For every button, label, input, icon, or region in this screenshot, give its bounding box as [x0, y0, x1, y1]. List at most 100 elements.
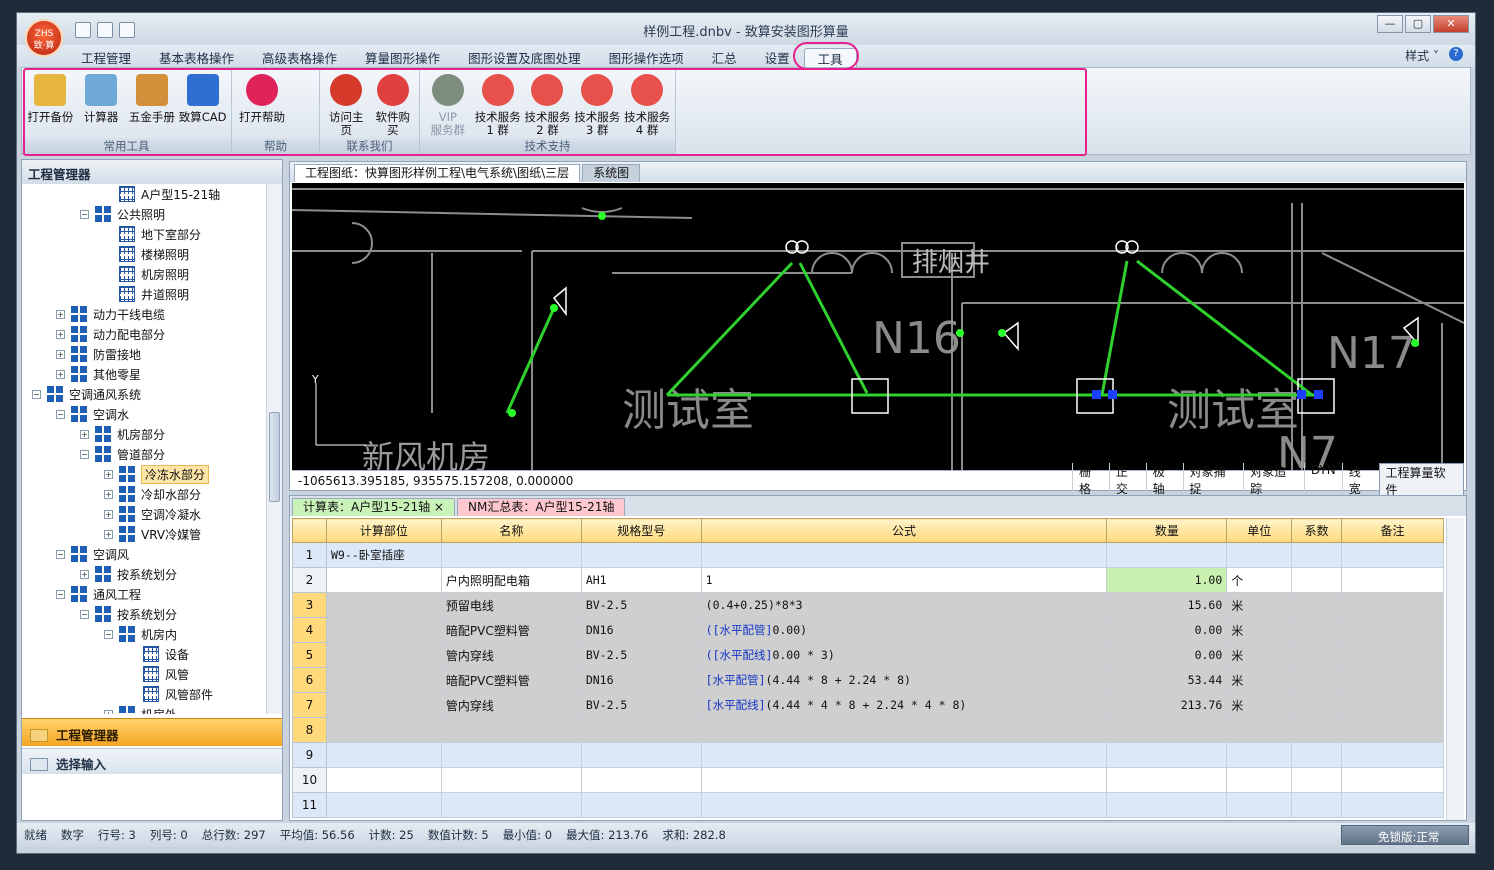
- collapse-icon[interactable]: −: [80, 449, 89, 459]
- ribbon-button[interactable]: 技术服务 1 群: [474, 72, 522, 137]
- cell-note[interactable]: [1341, 542, 1444, 568]
- cell-n[interactable]: 2: [292, 567, 327, 593]
- tree-item[interactable]: + 冷却水部分: [104, 484, 201, 504]
- ribbon-button[interactable]: 计算器: [77, 72, 126, 124]
- collapse-icon[interactable]: −: [56, 589, 65, 599]
- cell-spec[interactable]: [580, 792, 702, 818]
- ribbon-button[interactable]: 访问主页: [324, 72, 369, 137]
- menu-tab-1[interactable]: 基本表格操作: [145, 48, 248, 68]
- cell-qty[interactable]: 0.00: [1106, 642, 1228, 668]
- expand-icon[interactable]: +: [56, 369, 65, 379]
- close-icon[interactable]: ×: [434, 500, 444, 514]
- tree-item[interactable]: − 按系统划分: [80, 604, 177, 624]
- cell-coef[interactable]: [1291, 692, 1343, 718]
- expand-icon[interactable]: +: [104, 469, 113, 479]
- tree-item[interactable]: − 空调水: [56, 404, 129, 424]
- tree-item[interactable]: 风管部件: [128, 684, 213, 704]
- cell-part[interactable]: [325, 567, 442, 593]
- tree-item[interactable]: 机房照明: [104, 264, 189, 284]
- ribbon-button[interactable]: 致算CAD: [178, 72, 227, 124]
- tree-item[interactable]: + 防雷接地: [56, 344, 141, 364]
- tree-item[interactable]: − 通风工程: [56, 584, 141, 604]
- table-row[interactable]: 11: [292, 792, 1444, 818]
- cell-name[interactable]: [440, 542, 582, 568]
- cell-note[interactable]: [1341, 642, 1444, 668]
- ribbon-button[interactable]: 打开帮助: [236, 72, 288, 124]
- open-folder-icon[interactable]: [97, 22, 113, 38]
- cell-coef[interactable]: [1291, 617, 1343, 643]
- cell-coef[interactable]: [1291, 742, 1343, 768]
- cell-unit[interactable]: [1226, 717, 1293, 743]
- cell-part[interactable]: [325, 617, 442, 643]
- tree-item[interactable]: 设备: [128, 644, 189, 664]
- cell-formula[interactable]: [700, 792, 1108, 818]
- table-row[interactable]: 3 预留电线 BV-2.5 (0.4+0.25)*8*3 15.60 米: [292, 592, 1444, 618]
- cad-toggle[interactable]: 极轴: [1145, 462, 1183, 499]
- expand-icon[interactable]: +: [80, 569, 89, 579]
- cell-name[interactable]: [440, 742, 582, 768]
- cell-n[interactable]: 1: [292, 542, 327, 568]
- cell-note[interactable]: [1341, 592, 1444, 618]
- cell-qty[interactable]: 0.00: [1106, 617, 1228, 643]
- cell-unit[interactable]: 个: [1226, 567, 1293, 593]
- cell-qty[interactable]: 53.44: [1106, 667, 1228, 693]
- menu-tab-0[interactable]: 工程管理: [67, 48, 145, 68]
- cell-formula[interactable]: 1: [700, 567, 1108, 593]
- cell-qty[interactable]: [1106, 542, 1228, 568]
- menu-tab-8[interactable]: 工具: [803, 48, 857, 68]
- expand-icon[interactable]: +: [104, 509, 113, 519]
- tree-scrollbar[interactable]: [266, 184, 282, 714]
- tree-item[interactable]: + VRV冷媒管: [104, 524, 201, 544]
- cell-coef[interactable]: [1291, 567, 1343, 593]
- table-row[interactable]: 1 W9--卧室插座: [292, 542, 1444, 568]
- cell-qty[interactable]: 213.76: [1106, 692, 1228, 718]
- tree-item[interactable]: + 动力配电部分: [56, 324, 165, 344]
- cell-name[interactable]: 户内照明配电箱: [440, 567, 582, 593]
- tree-item[interactable]: + 机房部分: [80, 424, 165, 444]
- cell-formula[interactable]: [水平配线](4.44 * 4 * 8 + 2.24 * 4 * 8): [700, 692, 1108, 718]
- cell-note[interactable]: [1341, 692, 1444, 718]
- tree-item[interactable]: − 空调风: [56, 544, 129, 564]
- expand-icon[interactable]: +: [56, 309, 65, 319]
- table-row[interactable]: 4 暗配PVC塑料管 DN16 ([水平配管]0.00) 0.00 米: [292, 617, 1444, 643]
- column-header[interactable]: 单位: [1226, 518, 1293, 543]
- cad-toggle[interactable]: 正交: [1108, 462, 1146, 499]
- collapse-icon[interactable]: −: [56, 549, 65, 559]
- ribbon-button[interactable]: 五金手册: [128, 72, 177, 124]
- cell-formula[interactable]: [700, 542, 1108, 568]
- table-row[interactable]: 5 管内穿线 BV-2.5 ([水平配线]0.00 * 3) 0.00 米: [292, 642, 1444, 668]
- close-button[interactable]: ✕: [1433, 15, 1469, 33]
- expand-icon[interactable]: +: [56, 329, 65, 339]
- cell-spec[interactable]: [580, 717, 702, 743]
- cell-n[interactable]: 7: [292, 692, 327, 718]
- cad-toggle[interactable]: 线宽: [1341, 462, 1379, 499]
- cell-qty[interactable]: [1106, 767, 1228, 793]
- tree-item[interactable]: − 管道部分: [80, 444, 165, 464]
- cell-spec[interactable]: BV-2.5: [580, 692, 702, 718]
- cell-n[interactable]: 9: [292, 742, 327, 768]
- grid-scrollbar[interactable]: [1446, 518, 1464, 820]
- cell-coef[interactable]: [1291, 642, 1343, 668]
- column-header[interactable]: 系数: [1291, 518, 1343, 543]
- menu-tab-3[interactable]: 算量图形操作: [351, 48, 454, 68]
- nav-project-manager[interactable]: 工程管理器: [22, 718, 282, 746]
- cell-part[interactable]: [325, 767, 442, 793]
- expand-icon[interactable]: +: [80, 429, 89, 439]
- cell-name[interactable]: [440, 767, 582, 793]
- column-header[interactable]: 规格型号: [580, 518, 702, 543]
- cell-spec[interactable]: [580, 542, 702, 568]
- cell-unit[interactable]: 米: [1226, 667, 1293, 693]
- cell-qty[interactable]: [1106, 792, 1228, 818]
- collapse-icon[interactable]: −: [104, 629, 113, 639]
- cad-toggle[interactable]: DYN: [1303, 462, 1342, 499]
- app-menu-orb[interactable]: ZHS 致·算: [25, 19, 63, 57]
- cell-name[interactable]: 管内穿线: [440, 642, 582, 668]
- cell-qty[interactable]: [1106, 742, 1228, 768]
- expand-icon[interactable]: +: [56, 349, 65, 359]
- cell-n[interactable]: 8: [292, 717, 327, 743]
- cell-name[interactable]: 暗配PVC塑料管: [440, 617, 582, 643]
- cell-unit[interactable]: 米: [1226, 642, 1293, 668]
- cell-n[interactable]: 10: [292, 767, 327, 793]
- cad-toggle[interactable]: 栅格: [1072, 462, 1109, 499]
- cell-part[interactable]: [325, 667, 442, 693]
